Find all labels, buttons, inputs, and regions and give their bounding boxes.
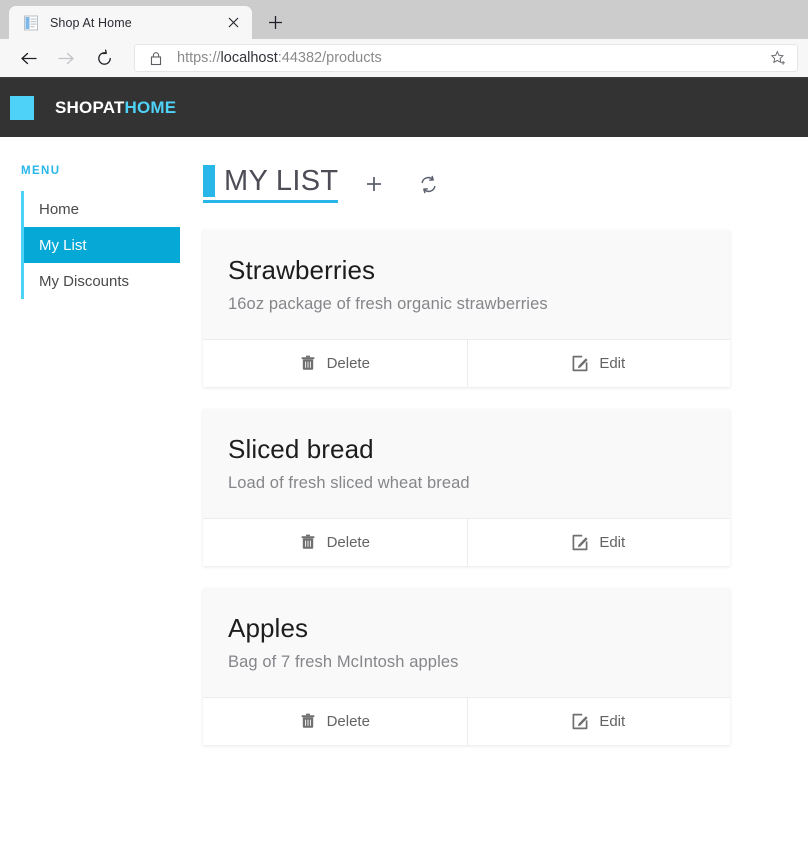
- card-footer: Delete Edit: [203, 338, 731, 387]
- browser-tab[interactable]: Shop At Home: [9, 6, 252, 39]
- card-description: Load of fresh sliced wheat bread: [228, 473, 470, 492]
- refresh-sync-icon: [421, 175, 436, 193]
- browser-toolbar: https://localhost:44382/products: [0, 39, 808, 79]
- page-title-row: MY LIST: [203, 165, 730, 203]
- brand-logo-square: [10, 96, 34, 120]
- delete-label: Delete: [326, 533, 370, 551]
- edit-button[interactable]: Edit: [466, 518, 731, 566]
- edit-pencil-square-icon: [572, 355, 589, 372]
- trash-icon: [300, 534, 317, 551]
- lock-icon: [147, 49, 165, 67]
- plus-icon: [367, 177, 382, 191]
- title-accent-block: [203, 165, 215, 197]
- star-add-icon[interactable]: [765, 45, 791, 71]
- page-document-icon: [23, 15, 39, 31]
- url-host: localhost: [220, 50, 278, 66]
- sidebar-menu: Home My List My Discounts: [21, 191, 180, 299]
- delete-label: Delete: [326, 354, 370, 372]
- edit-label: Edit: [599, 712, 626, 730]
- web-page: SHOPATHOME MENU Home My List My Discount…: [0, 79, 808, 849]
- sidebar-item-my-discounts[interactable]: My Discounts: [24, 263, 180, 299]
- card-description: 16oz package of fresh organic strawberri…: [228, 294, 548, 313]
- delete-button[interactable]: Delete: [203, 340, 467, 387]
- refresh-list-button[interactable]: [414, 170, 442, 198]
- card-title: Apples: [228, 612, 309, 643]
- brand-title: SHOPATHOME: [55, 98, 176, 118]
- sidebar-item-label: Home: [39, 200, 80, 218]
- trash-icon: [300, 355, 317, 372]
- sidebar-item-label: My List: [39, 236, 87, 254]
- main-column: MY LIST Strawberries 16oz package of fre…: [180, 165, 808, 767]
- card-body: Apples Bag of 7 fresh McIntosh apples: [203, 588, 730, 697]
- sidebar: MENU Home My List My Discounts: [0, 165, 180, 299]
- product-card: Apples Bag of 7 fresh McIntosh apples De…: [203, 587, 731, 745]
- page-content: MENU Home My List My Discounts MY LIST S…: [0, 137, 808, 767]
- delete-label: Delete: [326, 712, 370, 730]
- card-body: Sliced bread Load of fresh sliced wheat …: [203, 409, 730, 518]
- card-description: Bag of 7 fresh McIntosh apples: [228, 652, 459, 671]
- delete-button[interactable]: Delete: [203, 698, 467, 745]
- sidebar-heading: MENU: [21, 165, 61, 177]
- reload-icon[interactable]: [88, 42, 120, 74]
- edit-button[interactable]: Edit: [466, 697, 731, 745]
- sidebar-item-label: My Discounts: [39, 272, 130, 290]
- site-header: SHOPATHOME: [0, 79, 808, 137]
- product-card: Sliced bread Load of fresh sliced wheat …: [203, 408, 731, 566]
- delete-button[interactable]: Delete: [203, 519, 467, 566]
- edit-button[interactable]: Edit: [466, 339, 731, 387]
- add-item-button[interactable]: [360, 170, 388, 198]
- edit-label: Edit: [599, 533, 626, 551]
- sidebar-item-home[interactable]: Home: [24, 191, 180, 227]
- brand-primary: SHOPAT: [55, 98, 125, 117]
- back-arrow-icon[interactable]: [12, 42, 44, 74]
- card-footer: Delete Edit: [203, 696, 731, 745]
- edit-label: Edit: [599, 354, 626, 372]
- new-tab-button[interactable]: [259, 6, 291, 38]
- tab-title: Shop At Home: [50, 15, 132, 30]
- card-title: Sliced bread: [228, 433, 374, 464]
- forward-arrow-icon: [50, 42, 82, 74]
- page-title-text: MY LIST: [224, 164, 339, 197]
- sidebar-item-my-list[interactable]: My List: [24, 227, 180, 263]
- card-title: Strawberries: [228, 255, 376, 285]
- browser-chrome: Shop At Home https://localhost:44382/pro…: [0, 0, 808, 79]
- card-footer: Delete Edit: [203, 517, 731, 566]
- edit-pencil-square-icon: [572, 713, 589, 730]
- trash-icon: [300, 713, 317, 730]
- page-title: MY LIST: [203, 164, 339, 203]
- edit-pencil-square-icon: [572, 534, 589, 551]
- plus-icon: [268, 15, 282, 29]
- brand-accent: HOME: [124, 98, 177, 117]
- address-bar[interactable]: https://localhost:44382/products: [134, 44, 798, 72]
- tab-strip: Shop At Home: [0, 0, 808, 39]
- url-text: https://localhost:44382/products: [177, 50, 765, 66]
- url-scheme: https://: [177, 50, 221, 66]
- product-card: Strawberries 16oz package of fresh organ…: [203, 230, 730, 387]
- close-icon[interactable]: [223, 13, 243, 33]
- url-path: :44382/products: [277, 50, 382, 66]
- card-body: Strawberries 16oz package of fresh organ…: [203, 230, 730, 339]
